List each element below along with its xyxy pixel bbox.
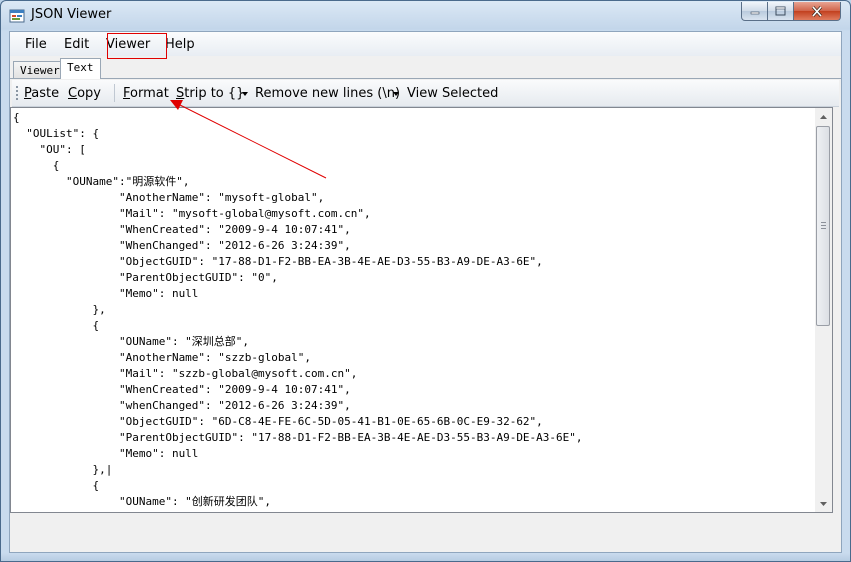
scroll-thumb[interactable]: [816, 126, 830, 326]
code-line: "Memo": null: [13, 287, 199, 300]
code-line: },|: [13, 463, 113, 476]
code-line: "AnotherName": "YF-CXYF",: [13, 510, 583, 512]
close-icon: [811, 5, 823, 17]
minimize-button[interactable]: [741, 2, 768, 21]
scroll-thumb-grip-icon: [821, 222, 826, 229]
format-label: ormat: [130, 86, 169, 101]
code-line: "ParentObjectGUID": "17-88-D1-F2-BB-EA-3…: [13, 431, 583, 444]
paste-button[interactable]: Paste: [24, 86, 59, 101]
code-line: "AnotherName": "mysoft-global",: [13, 191, 325, 204]
code-line: "WhenCreated": "2009-9-4 10:07:41",: [13, 223, 351, 236]
paste-label: aste: [31, 86, 60, 101]
remove-new-lines-dropdown-arrow-icon[interactable]: [393, 92, 399, 96]
code-line: "AnotherName": "szzb-global",: [13, 351, 312, 364]
maximize-icon: [775, 6, 786, 16]
scroll-up-arrow-icon: [820, 114, 827, 119]
code-line: {: [13, 159, 60, 172]
strip-label: trip to {}: [184, 86, 245, 101]
tab-divider: [10, 78, 841, 79]
format-button[interactable]: Format: [123, 86, 169, 101]
json-text-editor[interactable]: { "OUList": { "OU": [ { "OUName":"明源软件",…: [10, 107, 833, 513]
menu-help[interactable]: Help: [165, 37, 195, 52]
code-line: "OU": [: [13, 143, 86, 156]
code-line: "whenChanged": "2012-6-26 3:24:39",: [13, 399, 351, 412]
remove-new-lines-button[interactable]: Remove new lines (\n): [255, 86, 400, 101]
toolbar: Paste Copy Format Strip to {} Remove new…: [12, 80, 839, 107]
code-line: "OUName":"明源软件",: [13, 175, 190, 188]
code-line: "ParentObjectGUID": "0",: [13, 271, 278, 284]
view-selected-button[interactable]: View Selected: [407, 86, 498, 101]
copy-accel: C: [68, 86, 78, 101]
scroll-down-arrow-icon: [820, 501, 827, 506]
json-viewer-app-icon: [9, 9, 25, 23]
code-line: {: [13, 479, 100, 492]
code-line: "Memo": null: [13, 447, 199, 460]
tab-strip: Viewer Text: [10, 57, 841, 79]
code-line: "WhenChanged": "2012-6-26 3:24:39",: [13, 239, 351, 252]
vertical-scrollbar[interactable]: [815, 108, 832, 512]
code-line: "Mail": "szzb-global@mysoft.com.cn",: [13, 367, 358, 380]
menu-viewer[interactable]: Viewer: [106, 37, 150, 52]
menu-file[interactable]: File: [25, 37, 47, 52]
json-text-content[interactable]: { "OUList": { "OU": [ { "OUName":"明源软件",…: [13, 110, 583, 512]
code-line: "OUList": {: [13, 127, 100, 140]
scroll-up-button[interactable]: [815, 108, 832, 125]
close-button[interactable]: [794, 2, 841, 21]
code-line: "Mail": "mysoft-global@mysoft.com.cn",: [13, 207, 371, 220]
toolbar-separator: [114, 84, 115, 102]
format-accel: F: [123, 86, 131, 101]
code-line: {: [13, 319, 100, 332]
code-line: "WhenCreated": "2009-9-4 10:07:41",: [13, 383, 351, 396]
title-bar[interactable]: JSON Viewer: [1, 1, 850, 31]
minimize-icon: [750, 11, 759, 15]
app-window: JSON Viewer File Edit Viewer Help Viewer…: [0, 0, 851, 562]
menu-bar: File Edit Viewer Help: [10, 32, 841, 56]
tab-text[interactable]: Text: [60, 58, 101, 79]
menu-edit[interactable]: Edit: [64, 37, 89, 52]
code-line: {: [13, 111, 20, 124]
code-line: "ObjectGUID": "6D-C8-4E-FE-6C-5D-05-41-B…: [13, 415, 543, 428]
maximize-button[interactable]: [768, 2, 794, 21]
strip-to-braces-button[interactable]: Strip to {}: [176, 86, 244, 101]
window-title: JSON Viewer: [31, 7, 112, 22]
window-bottom-frame: [1, 553, 850, 561]
copy-button[interactable]: Copy: [68, 86, 101, 101]
code-line: "OUName": "创新研发团队",: [13, 495, 272, 508]
scroll-down-button[interactable]: [815, 495, 832, 512]
toolbar-grip[interactable]: [16, 86, 18, 100]
strip-dropdown-arrow-icon[interactable]: [242, 92, 248, 96]
code-line: },: [13, 303, 106, 316]
tab-viewer[interactable]: Viewer: [13, 61, 67, 79]
code-line: "ObjectGUID": "17-88-D1-F2-BB-EA-3B-4E-A…: [13, 255, 543, 268]
copy-label: opy: [77, 86, 101, 101]
code-line: "OUName": "深圳总部",: [13, 335, 250, 348]
